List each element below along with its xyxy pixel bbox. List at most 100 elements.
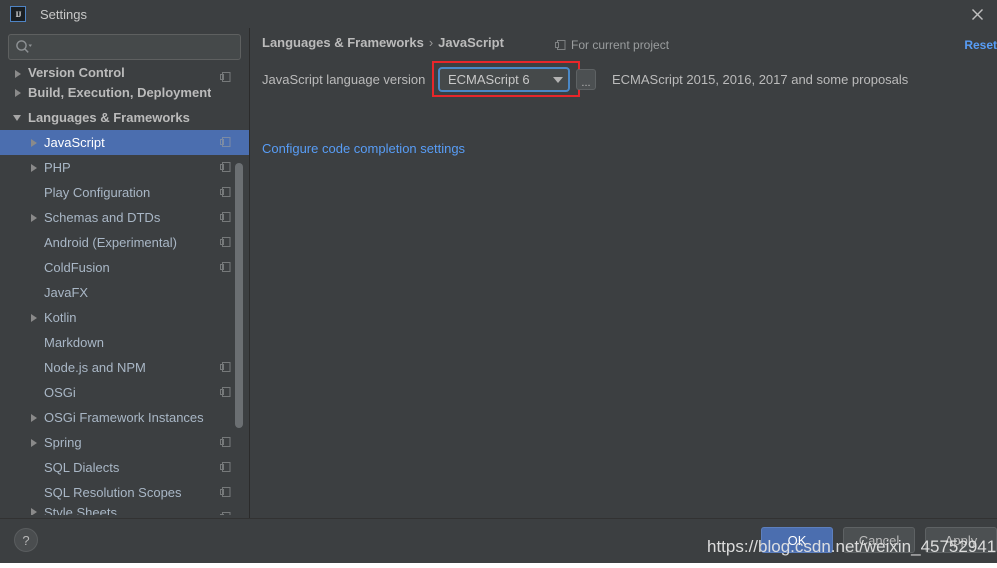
settings-content-panel: Languages & Frameworks › JavaScript For cu… xyxy=(250,28,997,518)
dialog-footer: ? OK Cancel Apply xyxy=(0,518,997,568)
for-current-project-badge: For current project xyxy=(555,38,669,52)
project-scope-icon xyxy=(220,361,231,373)
settings-tree[interactable]: Version Control Build, Execution, Deploym… xyxy=(0,65,249,518)
chevron-right-icon[interactable] xyxy=(28,161,41,174)
sidebar-item-label: OSGi Framework Instances xyxy=(44,410,204,425)
project-scope-icon xyxy=(220,261,231,273)
sidebar-item-label: SQL Resolution Scopes xyxy=(44,485,182,500)
sidebar-item-label: OSGi xyxy=(44,385,76,400)
sidebar-item-spring[interactable]: Spring xyxy=(0,430,249,455)
language-version-label: JavaScript language version xyxy=(262,72,426,87)
project-scope-icon xyxy=(220,511,231,515)
sidebar-item-label: Android (Experimental) xyxy=(44,235,177,250)
tree-spacer-icon xyxy=(28,386,41,399)
sidebar-item-label: SQL Dialects xyxy=(44,460,120,475)
project-scope-icon xyxy=(220,436,231,448)
tree-spacer-icon xyxy=(28,236,41,249)
sidebar-item-build-execution-deployment[interactable]: Build, Execution, Deployment xyxy=(0,80,249,105)
project-scope-icon xyxy=(220,161,231,173)
sidebar-item-javafx[interactable]: JavaFX xyxy=(0,280,249,305)
configure-code-completion-link[interactable]: Configure code completion settings xyxy=(262,141,465,156)
sidebar-item-label: Markdown xyxy=(44,335,104,350)
chevron-right-icon[interactable] xyxy=(28,311,41,324)
breadcrumb-current: JavaScript xyxy=(438,35,504,50)
bottom-edge xyxy=(0,563,997,568)
search-input[interactable] xyxy=(8,34,241,60)
sidebar-item-style-sheets[interactable]: Style Sheets xyxy=(0,505,249,515)
sidebar-item-node-js-and-npm[interactable]: Node.js and NPM xyxy=(0,355,249,380)
apply-button[interactable]: Apply xyxy=(925,527,997,553)
sidebar-item-javascript[interactable]: JavaScript xyxy=(0,130,249,155)
project-scope-icon xyxy=(220,386,231,398)
cancel-button[interactable]: Cancel xyxy=(843,527,915,553)
chevron-right-icon[interactable] xyxy=(12,86,25,99)
sidebar-item-label: Node.js and NPM xyxy=(44,360,146,375)
tree-spacer-icon xyxy=(28,286,41,299)
tree-spacer-icon xyxy=(28,486,41,499)
sidebar-item-label: PHP xyxy=(44,160,71,175)
chevron-right-icon[interactable] xyxy=(28,436,41,449)
settings-dialog: IJ Settings Version Control Build, Execut… xyxy=(0,0,997,568)
more-options-button[interactable]: ... xyxy=(576,69,596,90)
project-scope-icon xyxy=(220,186,231,198)
intellij-logo-icon: IJ xyxy=(10,6,26,22)
project-scope-icon xyxy=(220,136,231,148)
sidebar-item-sql-resolution-scopes[interactable]: SQL Resolution Scopes xyxy=(0,480,249,505)
sidebar-item-php[interactable]: PHP xyxy=(0,155,249,180)
window-title: Settings xyxy=(40,6,87,22)
project-scope-icon xyxy=(220,236,231,248)
sidebar-item-schemas-and-dtds[interactable]: Schemas and DTDs xyxy=(0,205,249,230)
reset-link[interactable]: Reset xyxy=(964,38,997,52)
title-bar: IJ Settings xyxy=(0,0,997,28)
project-scope-icon xyxy=(220,486,231,498)
chevron-right-icon[interactable] xyxy=(28,211,41,224)
sidebar-item-label: JavaFX xyxy=(44,285,89,300)
sidebar-item-coldfusion[interactable]: ColdFusion xyxy=(0,255,249,280)
chevron-right-icon[interactable] xyxy=(28,505,41,515)
help-button[interactable]: ? xyxy=(14,528,38,552)
ok-button[interactable]: OK xyxy=(761,527,833,553)
sidebar-item-android-experimental[interactable]: Android (Experimental) xyxy=(0,230,249,255)
sidebar-item-label: Play Configuration xyxy=(44,185,151,200)
chevron-down-icon xyxy=(548,69,568,90)
language-version-select[interactable]: ECMAScript 6 xyxy=(438,67,570,92)
version-description: ECMAScript 2015, 2016, 2017 and some pro… xyxy=(612,72,909,87)
project-scope-icon xyxy=(220,211,231,223)
tree-spacer-icon xyxy=(28,186,41,199)
sidebar-item-label: Version Control xyxy=(28,65,125,80)
sidebar-item-languages-frameworks[interactable]: Languages & Frameworks xyxy=(0,105,249,130)
settings-sidebar: Version Control Build, Execution, Deploym… xyxy=(0,28,249,518)
breadcrumb-separator: › xyxy=(428,35,434,50)
sidebar-scrollbar-track[interactable] xyxy=(235,65,246,518)
sidebar-item-play-configuration[interactable]: Play Configuration xyxy=(0,180,249,205)
tree-spacer-icon xyxy=(28,361,41,374)
tree-spacer-icon xyxy=(28,261,41,274)
breadcrumb: Languages & Frameworks › JavaScript xyxy=(262,35,504,50)
project-scope-icon xyxy=(220,461,231,473)
sidebar-item-sql-dialects[interactable]: SQL Dialects xyxy=(0,455,249,480)
language-version-value: ECMAScript 6 xyxy=(448,72,530,87)
chevron-right-icon[interactable] xyxy=(12,67,25,80)
sidebar-item-label: Languages & Frameworks xyxy=(28,110,190,125)
sidebar-item-label: Kotlin xyxy=(44,310,77,325)
sidebar-item-kotlin[interactable]: Kotlin xyxy=(0,305,249,330)
sidebar-item-label: Schemas and DTDs xyxy=(44,210,161,225)
sidebar-scrollbar-thumb[interactable] xyxy=(235,163,243,428)
chevron-right-icon[interactable] xyxy=(28,411,41,424)
breadcrumb-parent[interactable]: Languages & Frameworks xyxy=(262,35,424,50)
sidebar-item-osgi[interactable]: OSGi xyxy=(0,380,249,405)
chevron-right-icon[interactable] xyxy=(28,136,41,149)
sidebar-item-label: ColdFusion xyxy=(44,260,110,275)
sidebar-item-markdown[interactable]: Markdown xyxy=(0,330,249,355)
search-box[interactable] xyxy=(8,34,241,60)
sidebar-item-label: Build, Execution, Deployment xyxy=(28,85,212,100)
sidebar-item-osgi-framework-instances[interactable]: OSGi Framework Instances xyxy=(0,405,249,430)
close-icon[interactable] xyxy=(957,0,997,28)
sidebar-item-label: Style Sheets xyxy=(44,505,117,515)
tree-spacer-icon xyxy=(28,461,41,474)
sidebar-item-label: Spring xyxy=(44,435,82,450)
project-scope-icon xyxy=(555,39,566,51)
chevron-down-icon[interactable] xyxy=(12,111,25,124)
sidebar-item-version-control[interactable]: Version Control xyxy=(0,65,249,82)
for-current-project-label: For current project xyxy=(571,38,670,52)
